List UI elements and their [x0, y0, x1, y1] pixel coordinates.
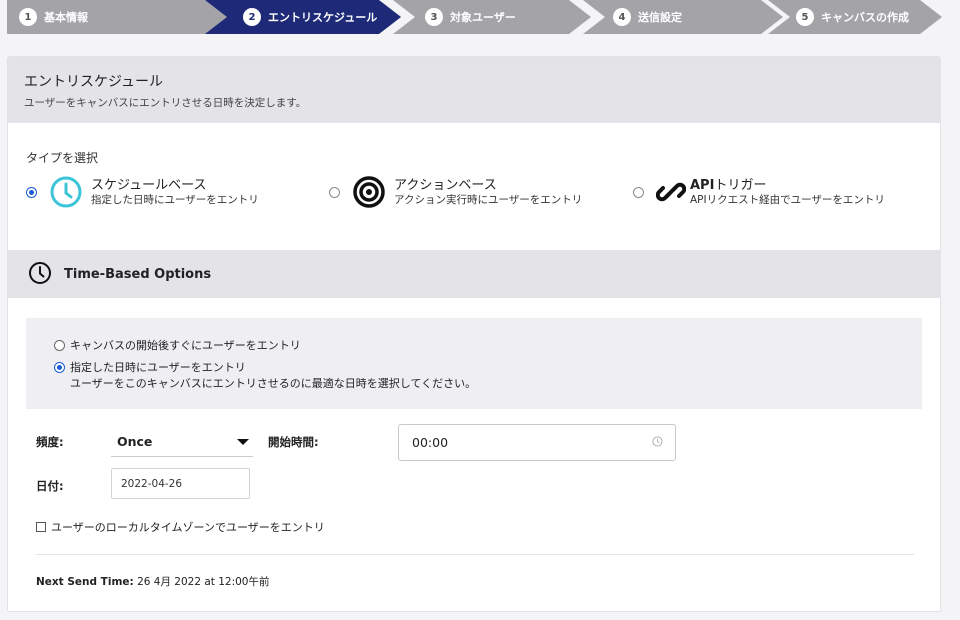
frequency-value: Once [117, 434, 153, 449]
clock-icon [49, 175, 83, 209]
type-desc: アクション実行時にユーザーをエントリ [394, 193, 583, 206]
radio-scheduled[interactable] [54, 361, 65, 373]
step-label: 基本情報 [44, 11, 88, 24]
card-header: エントリスケジュール ユーザーをキャンバスにエントリさせる日時を決定します。 [8, 57, 940, 123]
radio-schedule[interactable] [26, 186, 37, 198]
radio-immediate[interactable] [54, 339, 65, 351]
type-option-action[interactable]: アクションベース アクション実行時にユーザーをエントリ [329, 175, 582, 209]
step-delivery-settings[interactable]: 4 送信設定 [583, 0, 783, 34]
link-icon [656, 175, 686, 209]
step-basic-info[interactable]: 1 基本情報 [7, 0, 229, 34]
step-label: エントリスケジュール [268, 11, 378, 24]
local-timezone-option[interactable]: ユーザーのローカルタイムゾーンでユーザーをエントリ [36, 519, 325, 535]
option-immediate[interactable]: キャンバスの開始後すぐにユーザーをエントリ [54, 336, 922, 354]
clock-outline-icon [28, 261, 52, 288]
next-send-label: Next Send Time: [36, 576, 134, 588]
local-timezone-label: ユーザーのローカルタイムゾーンでユーザーをエントリ [51, 521, 325, 534]
radio-api[interactable] [633, 186, 644, 198]
card-subtitle: ユーザーをキャンバスにエントリさせる日時を決定します。 [24, 97, 307, 109]
clock-small-icon [652, 435, 663, 450]
step-number: 3 [425, 8, 443, 26]
step-number: 2 [243, 8, 261, 26]
type-name-rest: トリガー [714, 177, 767, 193]
step-label: 対象ユーザー [450, 11, 516, 24]
chevron-down-icon [237, 438, 249, 445]
start-time-input[interactable]: 00:00 [398, 424, 676, 461]
type-desc: APIリクエスト経由でユーザーをエントリ [690, 193, 885, 206]
date-label: 日付: [36, 479, 64, 493]
type-options: スケジュールベース 指定した日時にユーザーをエントリ アクションベース アクショ… [26, 175, 926, 219]
step-label: キャンバスの作成 [821, 11, 909, 24]
type-name: スケジュールベース [91, 177, 207, 193]
step-target-users[interactable]: 3 対象ユーザー [393, 0, 591, 34]
step-number: 4 [613, 8, 631, 26]
card-title: エントリスケジュール [24, 74, 164, 90]
step-entry-schedule[interactable]: 2 エントリスケジュール [205, 0, 401, 34]
step-number: 5 [796, 8, 814, 26]
type-name-bold: API [690, 177, 715, 193]
wizard-stepper: 1 基本情報 2 エントリスケジュール 3 対象ユーザー 4 送信設定 5 キャ… [0, 0, 960, 34]
type-name: アクションベース [394, 177, 497, 193]
time-based-options-box: キャンバスの開始後すぐにユーザーをエントリ 指定した日時にユーザーをエントリ ユ… [26, 318, 922, 409]
entry-schedule-card: エントリスケジュール ユーザーをキャンバスにエントリさせる日時を決定します。 タ… [7, 56, 941, 612]
option-scheduled-label: 指定した日時にユーザーをエントリ [70, 361, 246, 374]
divider [36, 554, 914, 555]
date-value: 2022-04-26 [121, 477, 183, 490]
start-time-label: 開始時間: [268, 435, 319, 449]
type-select-label: タイプを選択 [26, 151, 99, 165]
target-icon [352, 175, 386, 209]
step-create-canvas[interactable]: 5 キャンバスの作成 [768, 0, 942, 34]
type-desc: 指定した日時にユーザーをエントリ [91, 193, 259, 206]
date-input[interactable]: 2022-04-26 [111, 468, 250, 499]
frequency-select[interactable]: Once [111, 427, 253, 457]
next-send-value: 26 4月 2022 at 12:00午前 [137, 576, 270, 588]
time-based-header: Time-Based Options [8, 250, 940, 298]
step-number: 1 [19, 8, 37, 26]
step-chevron-shape [7, 0, 229, 34]
option-scheduled-hint: ユーザーをこのキャンバスにエントリさせるのに最適な日時を選択してください。 [70, 377, 477, 390]
frequency-label: 頻度: [36, 435, 64, 449]
time-based-title: Time-Based Options [64, 266, 212, 282]
type-option-api[interactable]: APIトリガー APIリクエスト経由でユーザーをエントリ [633, 175, 885, 209]
type-name: APIトリガー [690, 178, 885, 193]
option-immediate-label: キャンバスの開始後すぐにユーザーをエントリ [70, 339, 301, 352]
radio-action[interactable] [329, 186, 340, 198]
next-send-time: Next Send Time: 26 4月 2022 at 12:00午前 [36, 574, 270, 589]
start-time-value: 00:00 [412, 435, 449, 450]
local-timezone-checkbox[interactable] [36, 522, 46, 532]
type-option-schedule[interactable]: スケジュールベース 指定した日時にユーザーをエントリ [26, 175, 259, 209]
option-scheduled[interactable]: 指定した日時にユーザーをエントリ [54, 358, 922, 376]
step-label: 送信設定 [638, 11, 682, 24]
